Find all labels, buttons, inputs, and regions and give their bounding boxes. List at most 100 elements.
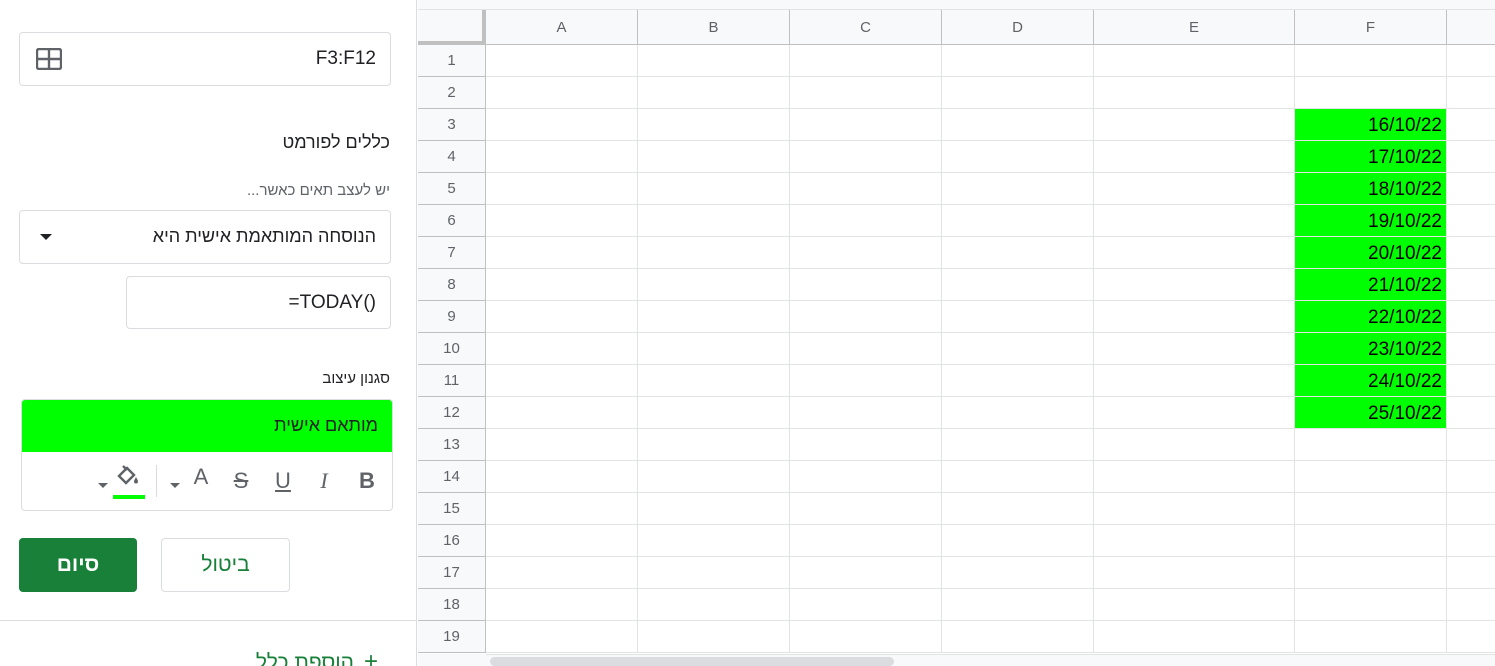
cell-c7[interactable] bbox=[790, 237, 942, 269]
cell-a7[interactable] bbox=[486, 237, 638, 269]
fill-color-icon[interactable] bbox=[115, 464, 141, 493]
column-header-b[interactable]: B bbox=[638, 10, 790, 45]
cell-a15[interactable] bbox=[486, 493, 638, 525]
cell-g15[interactable] bbox=[1447, 493, 1495, 525]
row-header-14[interactable]: 14 bbox=[418, 461, 486, 493]
cell-e15[interactable] bbox=[1094, 493, 1295, 525]
cell-f11[interactable]: 24/10/22 bbox=[1295, 365, 1447, 397]
cell-f7[interactable]: 20/10/22 bbox=[1295, 237, 1447, 269]
cell-c17[interactable] bbox=[790, 557, 942, 589]
cell-d8[interactable] bbox=[942, 269, 1094, 301]
cell-f6[interactable]: 19/10/22 bbox=[1295, 205, 1447, 237]
cell-g2[interactable] bbox=[1447, 77, 1495, 109]
cell-e19[interactable] bbox=[1094, 621, 1295, 653]
cell-c15[interactable] bbox=[790, 493, 942, 525]
cell-f13[interactable] bbox=[1295, 429, 1447, 461]
cell-a8[interactable] bbox=[486, 269, 638, 301]
cell-a18[interactable] bbox=[486, 589, 638, 621]
cell-d5[interactable] bbox=[942, 173, 1094, 205]
cell-a17[interactable] bbox=[486, 557, 638, 589]
cell-f18[interactable] bbox=[1295, 589, 1447, 621]
cell-e6[interactable] bbox=[1094, 205, 1295, 237]
text-color-button[interactable]: A bbox=[186, 462, 216, 492]
cell-b10[interactable] bbox=[638, 333, 790, 365]
column-header-next[interactable] bbox=[1447, 10, 1495, 45]
cell-f3[interactable]: 16/10/22 bbox=[1295, 109, 1447, 141]
cell-f1[interactable] bbox=[1295, 45, 1447, 77]
row-header-17[interactable]: 17 bbox=[418, 557, 486, 589]
cell-b14[interactable] bbox=[638, 461, 790, 493]
cell-g6[interactable] bbox=[1447, 205, 1495, 237]
cell-g14[interactable] bbox=[1447, 461, 1495, 493]
cell-c4[interactable] bbox=[790, 141, 942, 173]
cell-f5[interactable]: 18/10/22 bbox=[1295, 173, 1447, 205]
row-header-9[interactable]: 9 bbox=[418, 301, 486, 333]
cell-a14[interactable] bbox=[486, 461, 638, 493]
cell-d7[interactable] bbox=[942, 237, 1094, 269]
cell-a12[interactable] bbox=[486, 397, 638, 429]
column-header-a[interactable]: A bbox=[486, 10, 638, 45]
cell-f19[interactable] bbox=[1295, 621, 1447, 653]
cell-d6[interactable] bbox=[942, 205, 1094, 237]
cell-e16[interactable] bbox=[1094, 525, 1295, 557]
column-header-f[interactable]: F bbox=[1295, 10, 1447, 45]
row-header-18[interactable]: 18 bbox=[418, 589, 486, 621]
cell-d3[interactable] bbox=[942, 109, 1094, 141]
cell-a1[interactable] bbox=[486, 45, 638, 77]
cell-d16[interactable] bbox=[942, 525, 1094, 557]
text-color-caret-icon[interactable] bbox=[170, 483, 180, 488]
cell-a5[interactable] bbox=[486, 173, 638, 205]
done-button[interactable]: סיום bbox=[19, 538, 137, 592]
add-rule-button[interactable]: + הוספת כלל bbox=[256, 648, 378, 666]
cell-e14[interactable] bbox=[1094, 461, 1295, 493]
italic-button[interactable]: I bbox=[309, 466, 339, 496]
cell-d1[interactable] bbox=[942, 45, 1094, 77]
cell-f17[interactable] bbox=[1295, 557, 1447, 589]
range-input[interactable]: F3:F12 bbox=[19, 32, 391, 86]
cell-g1[interactable] bbox=[1447, 45, 1495, 77]
row-header-5[interactable]: 5 bbox=[418, 173, 486, 205]
fill-color-caret-icon[interactable] bbox=[98, 483, 108, 488]
row-header-11[interactable]: 11 bbox=[418, 365, 486, 397]
cell-e11[interactable] bbox=[1094, 365, 1295, 397]
cell-e17[interactable] bbox=[1094, 557, 1295, 589]
cell-f15[interactable] bbox=[1295, 493, 1447, 525]
cell-d10[interactable] bbox=[942, 333, 1094, 365]
cell-e8[interactable] bbox=[1094, 269, 1295, 301]
row-header-10[interactable]: 10 bbox=[418, 333, 486, 365]
cell-g17[interactable] bbox=[1447, 557, 1495, 589]
row-header-3[interactable]: 3 bbox=[418, 109, 486, 141]
cell-d18[interactable] bbox=[942, 589, 1094, 621]
column-header-c[interactable]: C bbox=[790, 10, 942, 45]
bold-button[interactable]: B bbox=[352, 466, 382, 496]
cell-c5[interactable] bbox=[790, 173, 942, 205]
cell-f9[interactable]: 22/10/22 bbox=[1295, 301, 1447, 333]
cell-b15[interactable] bbox=[638, 493, 790, 525]
cell-a10[interactable] bbox=[486, 333, 638, 365]
cell-f12[interactable]: 25/10/22 bbox=[1295, 397, 1447, 429]
cell-d19[interactable] bbox=[942, 621, 1094, 653]
style-preview[interactable]: מותאם אישית bbox=[22, 400, 392, 452]
cell-b7[interactable] bbox=[638, 237, 790, 269]
cell-d9[interactable] bbox=[942, 301, 1094, 333]
cell-c16[interactable] bbox=[790, 525, 942, 557]
cell-f14[interactable] bbox=[1295, 461, 1447, 493]
cell-d13[interactable] bbox=[942, 429, 1094, 461]
cell-e3[interactable] bbox=[1094, 109, 1295, 141]
cell-f10[interactable]: 23/10/22 bbox=[1295, 333, 1447, 365]
cell-d4[interactable] bbox=[942, 141, 1094, 173]
cell-e2[interactable] bbox=[1094, 77, 1295, 109]
cell-e13[interactable] bbox=[1094, 429, 1295, 461]
cell-c13[interactable] bbox=[790, 429, 942, 461]
cell-e5[interactable] bbox=[1094, 173, 1295, 205]
cell-d15[interactable] bbox=[942, 493, 1094, 525]
cell-g9[interactable] bbox=[1447, 301, 1495, 333]
row-header-8[interactable]: 8 bbox=[418, 269, 486, 301]
cell-c11[interactable] bbox=[790, 365, 942, 397]
cell-c10[interactable] bbox=[790, 333, 942, 365]
cell-b17[interactable] bbox=[638, 557, 790, 589]
cell-b16[interactable] bbox=[638, 525, 790, 557]
cell-a2[interactable] bbox=[486, 77, 638, 109]
column-header-e[interactable]: E bbox=[1094, 10, 1295, 45]
cell-b3[interactable] bbox=[638, 109, 790, 141]
